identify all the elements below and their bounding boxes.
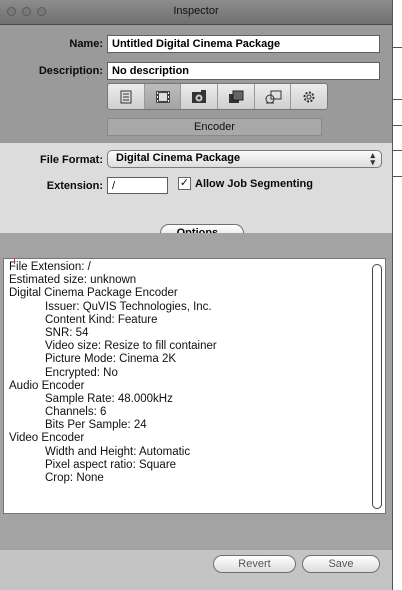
summary-line: Issuer: QuVIS Technologies, Inc.	[45, 300, 212, 313]
name-field[interactable]: Untitled Digital Cinema Package	[107, 35, 380, 53]
summary-line: Width and Height: Automatic	[45, 445, 191, 458]
description-label: Description:	[38, 65, 103, 77]
name-label: Name:	[69, 38, 103, 50]
updown-arrows-icon: ▴ ▾	[370, 150, 375, 167]
edge-divider	[392, 150, 402, 151]
summary-line: Encrypted: No	[45, 366, 118, 379]
summary-box: File Extension: / Estimated size: unknown…	[3, 258, 386, 514]
scrollbar[interactable]	[372, 264, 382, 509]
frame-controls-icon	[192, 89, 207, 103]
summary-line: Digital Cinema Package Encoder	[9, 287, 178, 300]
window-title: Inspector	[173, 5, 219, 17]
file-format-label: File Format:	[40, 154, 103, 166]
edge-divider	[392, 99, 402, 100]
summary-line: Channels: 6	[45, 406, 107, 419]
edge-divider	[392, 47, 402, 48]
adjacent-window-edge	[392, 0, 402, 590]
edge-divider	[392, 125, 402, 126]
summary-line: Content Kind: Feature	[45, 313, 158, 326]
tab-filters[interactable]	[255, 84, 292, 109]
summary-line: Video size: Resize to fill container	[45, 340, 217, 353]
inspector-tabs	[107, 83, 328, 110]
allow-job-segmenting-checkbox[interactable]: ✓	[178, 177, 191, 190]
file-format-value: Digital Cinema Package	[116, 152, 241, 164]
save-button[interactable]: Save	[302, 555, 380, 573]
summary-line: Audio Encoder	[9, 379, 85, 392]
allow-job-segmenting-label: Allow Job Segmenting	[195, 178, 313, 190]
summary-line: SNR: 54	[45, 326, 89, 339]
extension-label: Extension:	[46, 180, 103, 192]
encoder-film-icon	[155, 90, 170, 103]
filters-icon	[265, 90, 282, 103]
file-format-select[interactable]: Digital Cinema Package ▴ ▾	[107, 150, 382, 168]
summary-line: Pixel aspect ratio: Square	[45, 458, 177, 471]
geometry-icon	[228, 90, 244, 103]
inspector-window: Inspector Name: Untitled Digital Cinema …	[0, 0, 392, 590]
encoder-pane-label: Encoder	[107, 118, 322, 136]
tab-frame-controls[interactable]	[181, 84, 219, 109]
revert-button[interactable]: Revert	[213, 555, 296, 573]
title-bar[interactable]: Inspector	[0, 0, 392, 25]
summary-line: Picture Mode: Cinema 2K	[45, 353, 177, 366]
summary-line: Estimated size: unknown	[9, 274, 137, 287]
summary-line: Crop: None	[45, 472, 104, 484]
tab-summary[interactable]	[108, 84, 145, 109]
tab-encoder[interactable]	[144, 84, 182, 109]
red-mark	[10, 258, 15, 264]
summary-line: Sample Rate: 48.000kHz	[45, 392, 173, 405]
summary-line: Video Encoder	[9, 432, 85, 445]
description-field[interactable]: No description	[107, 62, 380, 80]
summary-line: Bits Per Sample: 24	[45, 419, 147, 432]
summary-icon	[120, 90, 132, 103]
summary-line: File Extension: /	[9, 261, 91, 273]
extension-field[interactable]: /	[107, 177, 168, 194]
actions-gear-icon	[303, 91, 315, 102]
edge-divider	[392, 176, 402, 177]
summary-text: File Extension: / Estimated size: unknown…	[9, 261, 217, 485]
tab-actions[interactable]	[291, 84, 327, 109]
tab-geometry[interactable]	[218, 84, 255, 109]
